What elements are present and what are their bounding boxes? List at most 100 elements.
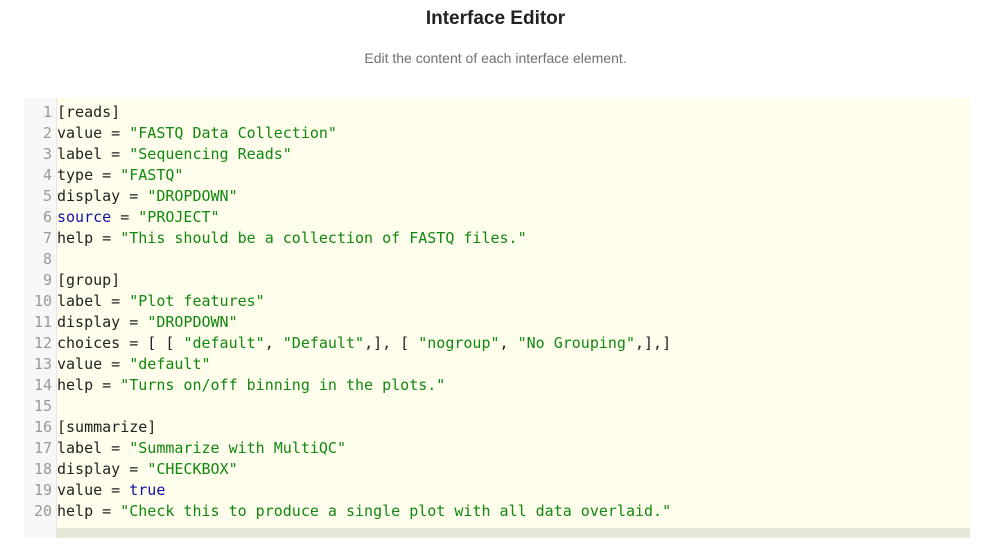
string-token: "No Grouping": [517, 334, 635, 352]
plain-token: help =: [57, 229, 121, 247]
line-code: label = "Sequencing Reads": [57, 144, 292, 165]
line-code: help = "Turns on/off binning in the plot…: [57, 375, 445, 396]
line-code: display = "DROPDOWN": [57, 186, 238, 207]
code-line[interactable]: 5 display = "DROPDOWN": [24, 186, 970, 207]
plain-token: display =: [57, 313, 148, 331]
line-code: [reads]: [57, 102, 120, 123]
line-number: 12: [33, 334, 52, 352]
line-code: type = "FASTQ": [57, 165, 183, 186]
string-token: "Summarize with MultiQC": [129, 439, 346, 457]
plain-token: =: [111, 208, 139, 226]
code-line[interactable]: 6 source = "PROJECT": [24, 207, 970, 228]
code-line[interactable]: 1 [reads]: [24, 102, 970, 123]
string-token: "nogroup": [418, 334, 500, 352]
string-token: "DROPDOWN": [147, 187, 238, 205]
line-code: source = "PROJECT": [57, 207, 220, 228]
string-token: "Plot features": [129, 292, 265, 310]
string-token: "CHECKBOX": [147, 460, 238, 478]
plain-token: ,], [: [364, 334, 419, 352]
plain-token: value =: [57, 481, 130, 499]
plain-token: ,: [499, 334, 518, 352]
code-line[interactable]: 11 display = "DROPDOWN": [24, 312, 970, 333]
keyword-token: true: [129, 481, 166, 499]
line-code: [group]: [57, 270, 120, 291]
active-line-highlight: [57, 528, 970, 538]
line-code: label = "Summarize with MultiQC": [57, 438, 346, 459]
line-number: 20: [33, 502, 52, 520]
code-line[interactable]: 8: [24, 249, 970, 270]
code-line[interactable]: 4 type = "FASTQ": [24, 165, 970, 186]
string-token: "Check this to produce a single plot wit…: [120, 502, 672, 520]
string-token: "FASTQ": [120, 166, 184, 184]
line-number: 18: [33, 460, 52, 478]
line-number: 2: [42, 124, 52, 142]
code-line[interactable]: 14 help = "Turns on/off binning in the pl…: [24, 375, 970, 396]
code-line[interactable]: 9 [group]: [24, 270, 970, 291]
code-line[interactable]: 7 help = "This should be a collection of …: [24, 228, 970, 249]
plain-token: [reads]: [57, 103, 121, 121]
code-line[interactable]: 13 value = "default": [24, 354, 970, 375]
plain-token: ,: [264, 334, 283, 352]
line-number: 16: [33, 418, 52, 436]
string-token: "Sequencing Reads": [129, 145, 292, 163]
page-subtitle: Edit the content of each interface eleme…: [364, 50, 627, 66]
line-number: 19: [33, 481, 52, 499]
line-code: value = "default": [57, 354, 211, 375]
plain-token: value =: [57, 124, 130, 142]
interface-editor-page: Interface Editor Edit the content of eac…: [0, 0, 991, 544]
plain-token: value =: [57, 355, 130, 373]
string-token: "This should be a collection of FASTQ fi…: [120, 229, 527, 247]
line-code: label = "Plot features": [57, 291, 265, 312]
string-token: "Turns on/off binning in the plots.": [120, 376, 446, 394]
plain-token: label =: [57, 439, 130, 457]
code-line[interactable]: 3 label = "Sequencing Reads": [24, 144, 970, 165]
line-number: 5: [42, 187, 52, 205]
line-number: 6: [42, 208, 52, 226]
line-number: 7: [42, 229, 52, 247]
plain-token: label =: [57, 292, 130, 310]
line-code: help = "This should be a collection of F…: [57, 228, 527, 249]
line-number: 10: [33, 292, 52, 310]
line-number: 13: [33, 355, 52, 373]
code-line[interactable]: 17 label = "Summarize with MultiQC": [24, 438, 970, 459]
plain-token: type =: [57, 166, 121, 184]
line-code: help = "Check this to produce a single p…: [57, 501, 671, 522]
line-code: value = true: [57, 480, 165, 501]
line-number: 11: [33, 313, 52, 331]
code-line[interactable]: 15: [24, 396, 970, 417]
code-line[interactable]: 20 help = "Check this to produce a single…: [24, 501, 970, 522]
keyword-token: source: [57, 208, 112, 226]
plain-token: display =: [57, 460, 148, 478]
page-title: Interface Editor: [425, 8, 566, 29]
plain-token: choices = [ [: [57, 334, 184, 352]
code-line[interactable]: 19 value = true: [24, 480, 970, 501]
code-line[interactable]: 2 value = "FASTQ Data Collection": [24, 123, 970, 144]
string-token: "PROJECT": [138, 208, 220, 226]
code-editor[interactable]: 1 [reads] 2 value = "FASTQ Data Collection"…: [24, 98, 970, 538]
line-code: display = "DROPDOWN": [57, 312, 238, 333]
code-line[interactable]: 16 [summarize]: [24, 417, 970, 438]
line-number: 4: [42, 166, 52, 184]
string-token: "default": [129, 355, 211, 373]
line-code: choices = [ [ "default", "Default",], [ …: [57, 333, 671, 354]
code-line[interactable]: 18 display = "CHECKBOX": [24, 459, 970, 480]
plain-token: display =: [57, 187, 148, 205]
code-line[interactable]: 10 label = "Plot features": [24, 291, 970, 312]
plain-token: label =: [57, 145, 130, 163]
string-token: "FASTQ Data Collection": [129, 124, 337, 142]
string-token: "DROPDOWN": [147, 313, 238, 331]
plain-token: [group]: [57, 271, 121, 289]
plain-token: help =: [57, 502, 121, 520]
line-number: 15: [33, 397, 52, 415]
string-token: "default": [183, 334, 265, 352]
line-code: display = "CHECKBOX": [57, 459, 238, 480]
line-number: 9: [42, 271, 52, 289]
line-number: 1: [42, 103, 52, 121]
string-token: "Default": [282, 334, 365, 352]
code-lines: 1 [reads] 2 value = "FASTQ Data Collection"…: [24, 102, 970, 522]
line-code: [summarize]: [57, 417, 156, 438]
code-line[interactable]: 12 choices = [ [ "default", "Default",], …: [24, 333, 970, 354]
line-number: 3: [42, 145, 52, 163]
line-number: 8: [42, 250, 52, 268]
plain-token: ,],]: [635, 334, 672, 352]
